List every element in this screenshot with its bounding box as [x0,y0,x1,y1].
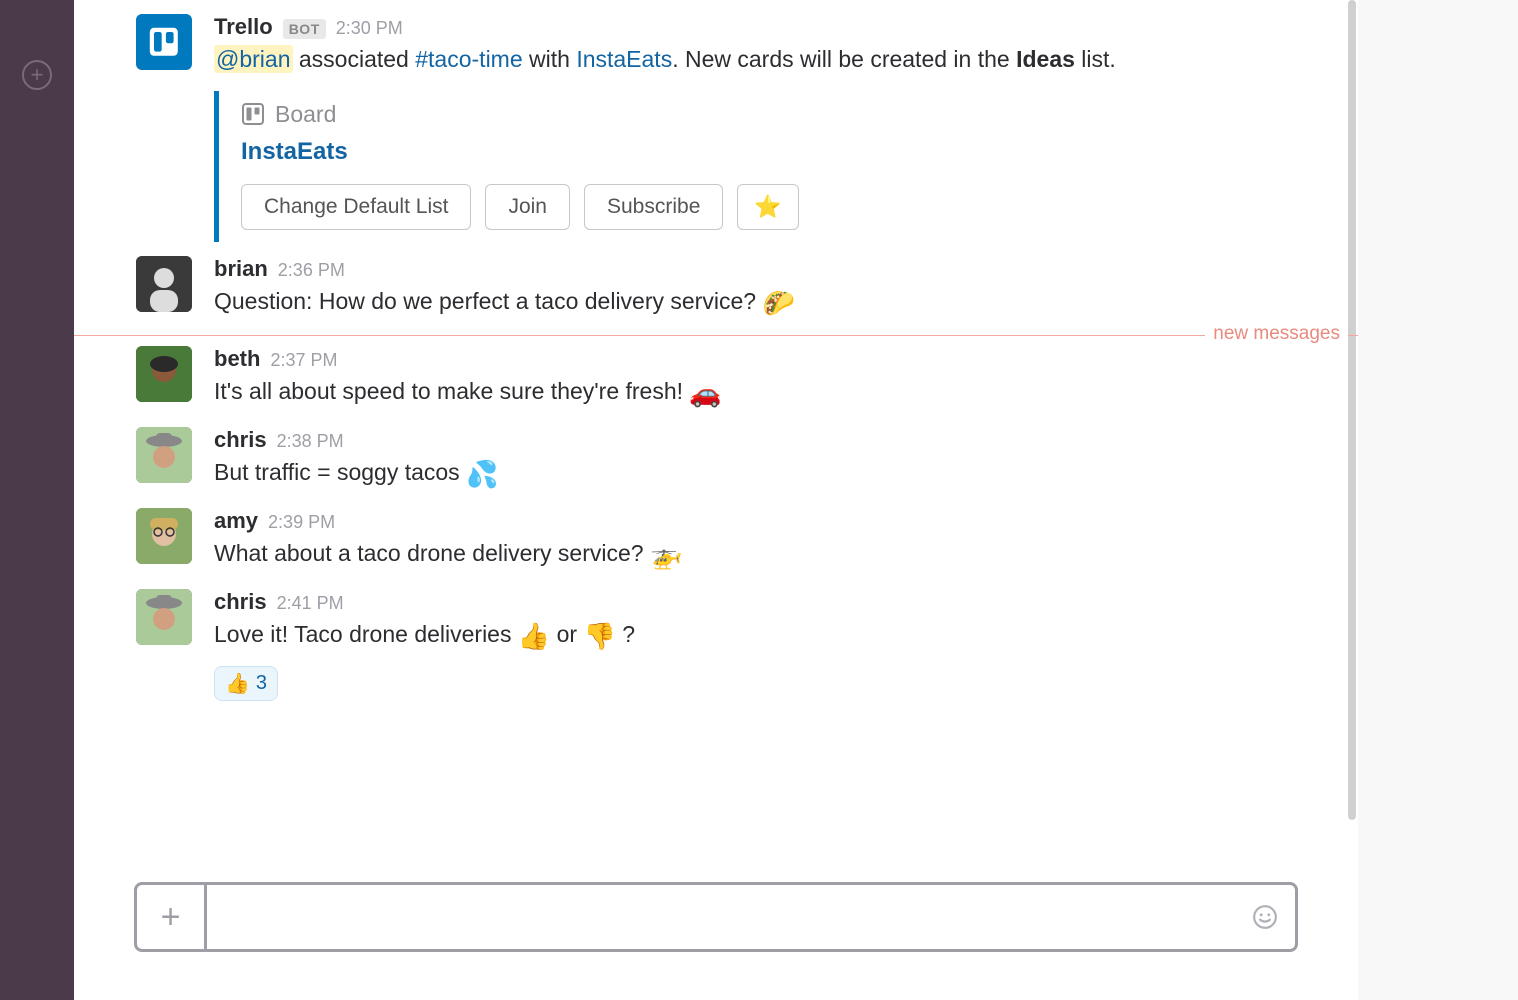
message-time: 2:38 PM [277,431,344,452]
message-input[interactable] [207,885,1235,949]
reaction-thumbsup[interactable]: 👍 3 [214,666,278,701]
message-trello: Trello BOT 2:30 PM @brian associated #ta… [136,8,1298,250]
message-amy: amy 2:39 PM What about a taco drone deli… [136,502,1298,583]
message-time: 2:41 PM [277,593,344,614]
message-composer: + [134,882,1298,952]
message-chris-2: chris 2:41 PM Love it! Taco drone delive… [136,583,1298,709]
message-author[interactable]: amy [214,508,258,534]
thumbs-down-emoji: 👎 [583,621,615,651]
reaction-count: 3 [256,672,267,695]
add-workspace-button[interactable]: + [22,60,52,90]
trello-attachment: Board InstaEats Change Default List Join… [214,91,1298,242]
channel-pane: Trello BOT 2:30 PM @brian associated #ta… [74,0,1358,1000]
sweat-drops-emoji: 💦 [466,459,498,489]
message-beth: beth 2:37 PM It's all about speed to mak… [136,340,1298,421]
helicopter-emoji: 🚁 [650,540,682,570]
avatar-beth[interactable] [136,346,192,402]
join-button[interactable]: Join [485,184,570,230]
attachment-kind: Board [275,101,336,128]
avatar-chris[interactable] [136,589,192,645]
workspace-sidebar: + [0,0,74,1000]
reaction-emoji: 👍 [225,671,250,696]
trello-icon [147,25,181,59]
message-author[interactable]: Trello [214,14,273,40]
car-emoji: 🚗 [689,378,721,408]
message-author[interactable]: brian [214,256,268,282]
message-time: 2:30 PM [336,18,403,39]
message-time: 2:39 PM [268,512,335,533]
new-messages-divider: new messages [74,335,1358,336]
attach-button[interactable]: + [137,885,207,949]
avatar-amy[interactable] [136,508,192,564]
star-button[interactable]: ⭐ [737,184,798,230]
change-default-list-button[interactable]: Change Default List [241,184,471,230]
message-author[interactable]: chris [214,427,267,453]
subscribe-button[interactable]: Subscribe [584,184,723,230]
message-time: 2:37 PM [270,350,337,371]
board-link[interactable]: InstaEats [576,46,672,72]
message-text: It's all about speed to make sure they'r… [214,374,1298,413]
bot-badge: BOT [283,19,326,39]
message-text: What about a taco drone delivery service… [214,536,1298,575]
message-text: @brian associated #taco-time with InstaE… [214,42,1298,77]
trello-avatar [136,14,192,70]
message-text: Love it! Taco drone deliveries 👍 or 👎 ? [214,617,1298,656]
thumbs-up-emoji: 👍 [518,621,550,651]
avatar-chris[interactable] [136,427,192,483]
message-text: Question: How do we perfect a taco deliv… [214,284,1298,323]
emoji-picker-button[interactable] [1235,885,1295,949]
smile-icon [1252,904,1278,930]
attachment-title[interactable]: InstaEats [241,138,1298,166]
message-time: 2:36 PM [278,260,345,281]
scrollbar[interactable] [1348,0,1356,820]
avatar-brian[interactable] [136,256,192,312]
message-list: Trello BOT 2:30 PM @brian associated #ta… [74,0,1358,882]
taco-emoji: 🌮 [762,288,794,318]
message-chris-1: chris 2:38 PM But traffic = soggy tacos … [136,421,1298,502]
message-brian: brian 2:36 PM Question: How do we perfec… [136,250,1298,331]
right-gutter [1358,0,1518,1000]
message-author[interactable]: chris [214,589,267,615]
message-text: But traffic = soggy tacos 💦 [214,455,1298,494]
mention-brian[interactable]: @brian [214,45,293,73]
trello-small-icon [241,102,265,126]
channel-link[interactable]: #taco-time [415,46,522,72]
message-author[interactable]: beth [214,346,260,372]
